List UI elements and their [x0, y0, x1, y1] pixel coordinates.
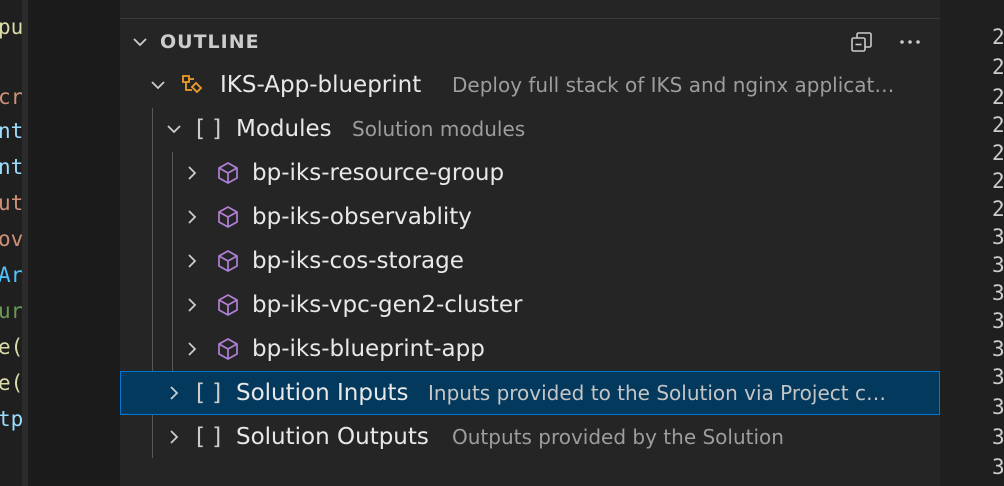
line-number: 3 — [992, 281, 1004, 305]
code-line: nt — [0, 119, 22, 143]
cube-icon — [216, 337, 240, 361]
array-bracket-icon: [ ] — [196, 424, 222, 450]
outline-item-label: bp-iks-vpc-gen2-cluster — [252, 292, 523, 318]
outline-item-root[interactable]: IKS-App-blueprint Deploy full stack of I… — [120, 63, 940, 107]
cube-icon — [216, 293, 240, 317]
namespace-icon — [180, 73, 204, 97]
outline-panel: OUTLINE IKS-App-blueprint Deploy full st… — [120, 0, 940, 486]
line-number: 2 — [992, 169, 1004, 193]
code-line: ur — [0, 299, 22, 323]
line-number: 2 — [992, 113, 1004, 137]
outline-item-description: Solution modules — [352, 117, 526, 141]
line-number: 3 — [992, 337, 1004, 361]
collapse-all-icon[interactable] — [848, 29, 876, 55]
outline-item-module[interactable]: bp-iks-blueprint-app — [120, 327, 940, 371]
line-number: 2 — [992, 85, 1004, 109]
code-line: e( — [0, 335, 22, 359]
cube-icon — [216, 249, 240, 273]
chevron-right-icon[interactable] — [164, 383, 184, 403]
chevron-down-icon[interactable] — [164, 119, 184, 139]
chevron-right-icon[interactable] — [182, 207, 202, 227]
line-number: 3 — [992, 225, 1004, 249]
outline-item-label: IKS-App-blueprint — [220, 72, 422, 98]
code-line: ut — [0, 191, 22, 215]
line-number: 3 — [992, 455, 1004, 479]
ellipsis-icon[interactable] — [896, 29, 924, 55]
outline-item-label: bp-iks-observablity — [252, 204, 472, 230]
chevron-right-icon[interactable] — [182, 339, 202, 359]
outline-item-description: Inputs provided to the Solution via Proj… — [428, 381, 886, 405]
outline-item-module[interactable]: bp-iks-resource-group — [120, 151, 940, 195]
cube-icon — [216, 161, 240, 185]
outline-item-module[interactable]: bp-iks-cos-storage — [120, 239, 940, 283]
chevron-right-icon[interactable] — [182, 163, 202, 183]
chevron-down-icon[interactable] — [130, 32, 150, 52]
outline-item-solution-inputs[interactable]: [ ] Solution Inputs Inputs provided to t… — [120, 371, 940, 415]
array-bracket-icon: [ ] — [196, 116, 222, 142]
outline-item-description: Outputs provided by the Solution — [452, 425, 784, 449]
line-number: 2 — [992, 197, 1004, 221]
editor-right-pane[interactable]: 2 2 2 2 2 2 2 3 3 3 3 3 3 3 3 3 — [940, 0, 1004, 486]
outline-item-module[interactable]: bp-iks-vpc-gen2-cluster — [120, 283, 940, 327]
sidebar-gap — [28, 0, 120, 486]
code-line: tp — [0, 407, 22, 431]
chevron-right-icon[interactable] — [164, 427, 184, 447]
code-line: ov — [0, 227, 22, 251]
line-number: 3 — [992, 253, 1004, 277]
outline-item-modules[interactable]: [ ] Modules Solution modules — [120, 107, 940, 151]
panel-divider — [120, 18, 940, 19]
line-number: 3 — [992, 425, 1004, 449]
outline-item-description: Deploy full stack of IKS and nginx appli… — [452, 73, 895, 97]
outline-item-solution-outputs[interactable]: [ ] Solution Outputs Outputs provided by… — [120, 415, 940, 459]
outline-item-label: Solution Outputs — [236, 424, 429, 450]
chevron-right-icon[interactable] — [182, 251, 202, 271]
line-number: 3 — [992, 395, 1004, 419]
code-line: pu — [0, 15, 22, 39]
outline-item-label: Modules — [236, 116, 332, 142]
outline-item-label: Solution Inputs — [236, 380, 409, 406]
outline-item-module[interactable]: bp-iks-observablity — [120, 195, 940, 239]
line-number: 3 — [992, 309, 1004, 333]
outline-title: OUTLINE — [160, 31, 260, 53]
code-line: nt — [0, 155, 22, 179]
line-number: 2 — [992, 25, 1004, 49]
code-line: Ar — [0, 263, 22, 287]
chevron-right-icon[interactable] — [182, 295, 202, 315]
chevron-down-icon[interactable] — [148, 75, 168, 95]
outline-item-label: bp-iks-blueprint-app — [252, 336, 485, 362]
array-bracket-icon: [ ] — [196, 380, 222, 406]
code-line: e( — [0, 371, 22, 395]
line-number: 2 — [992, 141, 1004, 165]
cube-icon — [216, 205, 240, 229]
code-line: cr — [0, 85, 22, 109]
line-number: 2 — [992, 55, 1004, 79]
outline-item-label: bp-iks-resource-group — [252, 160, 505, 186]
editor-left-pane[interactable]: pu cr nt nt ut ov Ar ur e( e( tp — [0, 0, 22, 486]
line-number: 3 — [992, 365, 1004, 389]
outline-header[interactable]: OUTLINE — [120, 22, 940, 62]
outline-item-label: bp-iks-cos-storage — [252, 248, 464, 274]
